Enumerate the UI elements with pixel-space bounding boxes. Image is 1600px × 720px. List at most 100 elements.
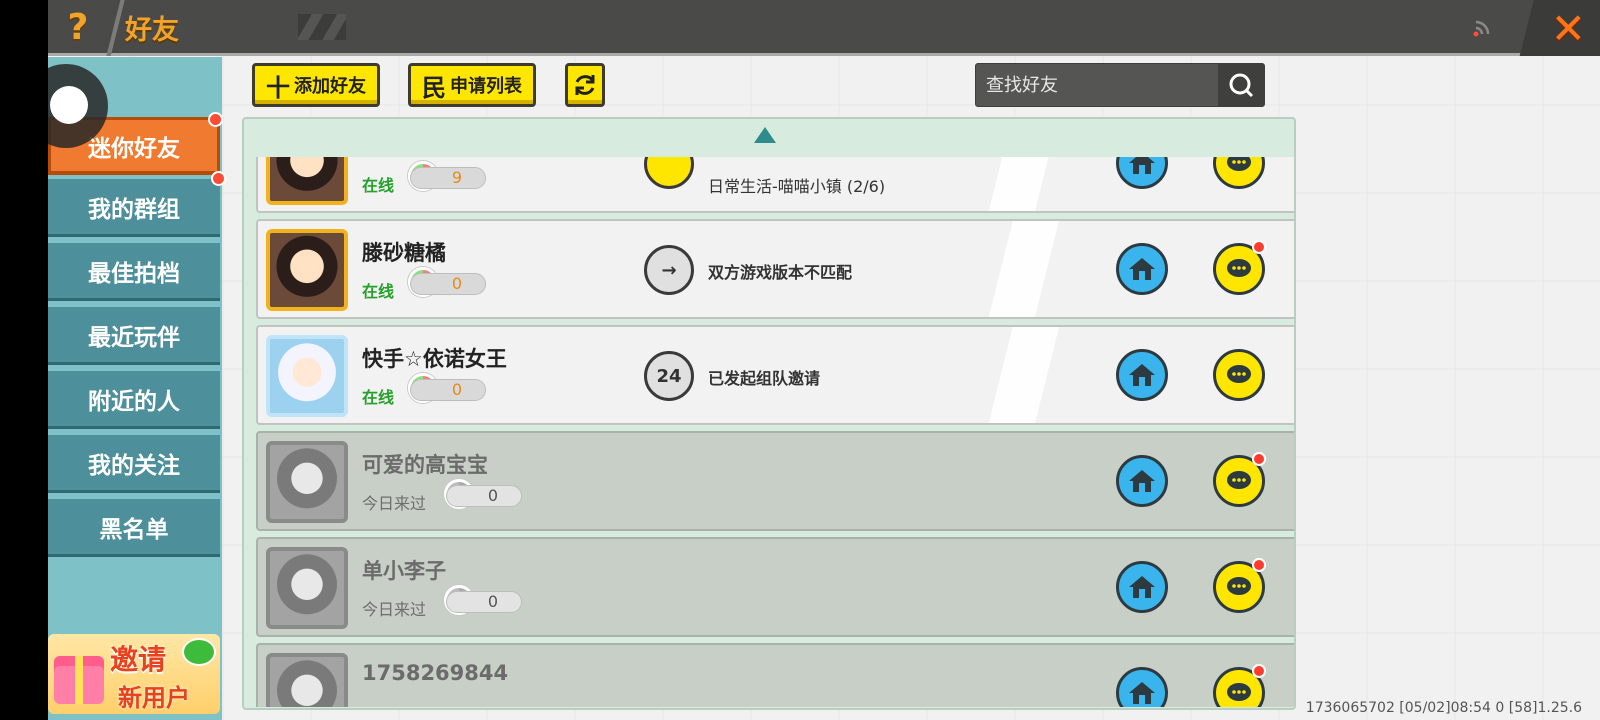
chat-icon <box>1227 577 1251 595</box>
friend-nickname: 快手☆依诺女王 <box>362 347 507 371</box>
avatar[interactable] <box>266 547 348 629</box>
friend-list[interactable]: 在线 9 日常生活-喵喵小镇 (2/6) 滕砂糖橘 在线 0 → 双方游戏版本不… <box>242 117 1296 710</box>
friend-card[interactable]: 单小李子 今日来过 0 <box>256 537 1294 637</box>
tab-label: 最近玩伴 <box>88 324 180 351</box>
unread-badge <box>1252 664 1266 678</box>
home-button[interactable] <box>1116 349 1168 401</box>
friend-card[interactable]: 1758269844 <box>256 643 1294 707</box>
tab-label: 我的群组 <box>88 196 180 223</box>
sidebar: 迷你好友 我的群组 最佳拍档 最近玩伴 附近的人 我的关注 黑名单 邀请 新用户 <box>48 57 226 720</box>
activity-text: 已发起组队邀请 <box>708 369 821 388</box>
tab-nearby-people[interactable]: 附近的人 <box>48 371 220 429</box>
unread-badge <box>1252 452 1266 466</box>
refresh-button[interactable] <box>565 63 605 107</box>
friend-card[interactable]: 快手☆依诺女王 在线 0 24 已发起组队邀请 <box>256 325 1294 425</box>
request-list-label: 申请列表 <box>450 76 522 97</box>
tab-blacklist[interactable]: 黑名单 <box>48 499 220 557</box>
notification-dot <box>208 112 223 127</box>
notification-dot <box>211 171 226 186</box>
home-button[interactable] <box>1116 455 1168 507</box>
tab-recent-players[interactable]: 最近玩伴 <box>48 307 220 365</box>
search-icon <box>1229 73 1254 98</box>
chat-button[interactable] <box>1213 558 1266 613</box>
friend-nickname: 单小李子 <box>362 559 446 583</box>
gift-icon <box>54 656 104 704</box>
chat-icon <box>1227 157 1251 171</box>
avatar[interactable] <box>266 441 348 523</box>
home-icon <box>1129 470 1155 492</box>
friend-nickname: 1758269844 <box>362 661 509 685</box>
activity-text: 日常生活-喵喵小镇 (2/6) <box>708 177 886 196</box>
search-input[interactable] <box>976 64 1216 106</box>
like-count: 0 <box>446 591 522 613</box>
avatar[interactable] <box>266 653 348 707</box>
friend-status: 在线 <box>362 388 395 407</box>
like-count: 0 <box>410 379 486 401</box>
home-button[interactable] <box>1116 667 1168 707</box>
chat-icon <box>1227 365 1251 383</box>
home-icon <box>1129 576 1155 598</box>
refresh-icon <box>575 75 595 95</box>
chat-button[interactable] <box>1213 664 1266 707</box>
card-shine <box>948 221 1108 317</box>
close-button[interactable]: ✕ <box>1516 0 1600 56</box>
chat-icon <box>1227 259 1251 277</box>
search-box <box>975 63 1265 107</box>
unread-badge <box>1252 558 1266 572</box>
chat-button[interactable] <box>1213 452 1266 507</box>
chat-button[interactable] <box>1213 349 1265 401</box>
enter-room-icon[interactable]: → <box>644 245 694 295</box>
close-icon: ✕ <box>1550 3 1586 53</box>
page-title: 好友 <box>125 15 179 46</box>
friend-status: 在线 <box>362 282 395 301</box>
invite-title: 邀请 <box>110 643 167 676</box>
card-shine <box>948 157 1108 211</box>
chat-icon <box>1227 683 1251 701</box>
tab-best-partners[interactable]: 最佳拍档 <box>48 243 220 301</box>
friend-card[interactable]: 滕砂糖橘 在线 0 → 双方游戏版本不匹配 <box>256 219 1294 319</box>
home-icon <box>1129 682 1155 704</box>
activity-text: 双方游戏版本不匹配 <box>708 263 853 282</box>
game-room-icon[interactable] <box>644 157 694 189</box>
friend-status: 在线 <box>362 176 395 195</box>
chat-icon <box>1227 471 1251 489</box>
request-list-button[interactable]: 民 申请列表 <box>408 63 536 107</box>
friend-status: 今日来过 <box>362 600 427 619</box>
add-friend-label: 添加好友 <box>294 76 366 97</box>
like-count: 0 <box>410 273 486 295</box>
tab-following[interactable]: 我的关注 <box>48 435 220 493</box>
home-button[interactable] <box>1116 243 1168 295</box>
plus-icon: 十 <box>266 73 290 102</box>
friend-card[interactable]: 可爱的高宝宝 今日来过 0 <box>256 431 1294 531</box>
home-icon <box>1129 258 1155 280</box>
home-icon <box>1129 157 1155 174</box>
friend-card[interactable]: 在线 9 日常生活-喵喵小镇 (2/6) <box>256 157 1294 213</box>
friend-list-scroll[interactable]: 在线 9 日常生活-喵喵小镇 (2/6) 滕砂糖橘 在线 0 → 双方游戏版本不… <box>244 157 1294 707</box>
avatar[interactable] <box>266 157 348 205</box>
wechat-icon <box>182 638 216 666</box>
tab-my-groups[interactable]: 我的群组 <box>48 171 226 237</box>
question-mark-icon[interactable]: ? <box>48 0 108 54</box>
scroll-up-arrow-icon[interactable] <box>754 127 776 143</box>
invite-subtitle: 新用户 <box>118 684 190 712</box>
decorative-stripes <box>298 14 346 40</box>
chat-button[interactable] <box>1213 157 1265 189</box>
chat-button[interactable] <box>1213 240 1266 295</box>
home-button[interactable] <box>1116 561 1168 613</box>
add-friend-button[interactable]: 十 添加好友 <box>252 63 380 107</box>
top-bar: ? 好友 ✕ <box>48 0 1600 56</box>
friends-screen: ? 好友 ✕ 迷你好友 我的群组 最佳拍档 最近玩伴 附近的人 我的关注 黑名单… <box>48 0 1600 720</box>
home-icon <box>1129 364 1155 386</box>
tab-label: 附近的人 <box>88 388 180 415</box>
search-button[interactable] <box>1218 64 1264 106</box>
tab-label: 最佳拍档 <box>88 260 180 287</box>
tab-label: 我的关注 <box>88 452 180 479</box>
unread-badge <box>1252 240 1266 254</box>
card-shine <box>948 327 1108 423</box>
signal-icon <box>1473 20 1490 37</box>
home-button[interactable] <box>1116 157 1168 189</box>
tab-label: 黑名单 <box>99 516 169 543</box>
avatar[interactable] <box>266 335 348 417</box>
avatar[interactable] <box>266 229 348 311</box>
invite-new-user-banner[interactable]: 邀请 新用户 <box>48 634 220 714</box>
